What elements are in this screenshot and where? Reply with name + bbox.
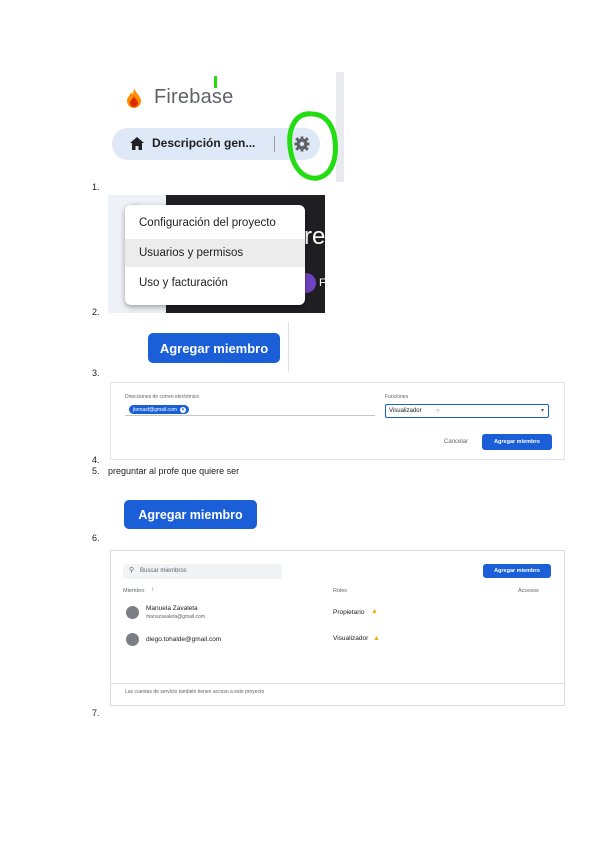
email-field-label: Direcciones de correo electrónico xyxy=(125,394,200,400)
avatar xyxy=(126,633,139,646)
add-member-button-screenshot: Agregar miembro xyxy=(110,322,289,372)
member-email: manuzavaleta@gmail.com xyxy=(146,614,205,620)
green-highlight-circle xyxy=(287,111,338,181)
avatar xyxy=(126,606,139,619)
add-member-button[interactable]: Agregar miembro xyxy=(148,333,280,363)
member-email: diego.tohalde@gmail.com xyxy=(146,636,222,643)
sort-arrow-icon[interactable]: ↑ xyxy=(151,587,154,593)
add-member-submit-button[interactable]: Agregar miembro xyxy=(482,434,552,450)
member-name: Manuela Zavaleta xyxy=(146,605,198,612)
firebase-header-screenshot: Firebase Descripción gen... xyxy=(108,72,344,182)
search-input[interactable]: ⚲ Buscar miembros xyxy=(123,564,282,579)
search-icon: ⚲ xyxy=(129,567,135,574)
add-member-button-screenshot-2: Agregar miembro xyxy=(124,500,257,529)
step-number: 1. xyxy=(92,182,100,192)
service-accounts-note[interactable]: Las cuentas de servicio también tienen a… xyxy=(125,689,264,695)
role-select[interactable]: Visualizador ○ ▾ xyxy=(385,404,549,418)
step-number: 6. xyxy=(92,533,100,543)
member-role: Visualizador xyxy=(333,635,369,642)
step-number: 4. xyxy=(92,455,100,465)
firebase-brand-text: Firebase xyxy=(154,86,234,108)
home-icon xyxy=(130,137,144,150)
divider xyxy=(274,136,275,152)
info-icon: ○ xyxy=(436,408,440,414)
firebase-role-icon: ▲ xyxy=(373,635,380,642)
member-role: Propietario xyxy=(333,609,365,616)
column-header-access: Accesos xyxy=(518,588,539,594)
members-list-screenshot: ⚲ Buscar miembros Agregar miembro Miembr… xyxy=(110,550,565,706)
add-member-button[interactable]: Agregar miembro xyxy=(124,500,257,529)
step-note: preguntar al profe que quiere ser xyxy=(108,466,240,476)
background-text-2: F xyxy=(319,277,326,289)
project-overview-label: Descripción gen... xyxy=(152,136,256,150)
email-chip: jtomasf@gmail.com × xyxy=(129,405,189,414)
cursor-mark xyxy=(214,76,217,88)
role-field-label: Funciones xyxy=(385,394,409,400)
add-member-dialog: Direcciones de correo electrónico jtomas… xyxy=(110,382,565,460)
search-placeholder: Buscar miembros xyxy=(140,568,187,574)
column-header-member[interactable]: Miembro xyxy=(123,588,144,594)
role-select-value: Visualizador xyxy=(389,408,422,414)
step-number: 2. xyxy=(92,307,100,317)
menu-item-users-permissions[interactable]: Usuarios y permisos xyxy=(125,239,305,267)
email-chip-text: jtomasf@gmail.com xyxy=(133,406,177,413)
settings-dropdown-menu: Configuración del proyecto Usuarios y pe… xyxy=(125,205,305,305)
step-number: 5. xyxy=(92,466,100,476)
remove-chip-icon[interactable]: × xyxy=(179,406,186,413)
chevron-down-icon: ▾ xyxy=(540,408,544,414)
step-number: 7. xyxy=(92,708,100,718)
settings-menu-screenshot: re F Configuración del proyecto Usuarios… xyxy=(108,195,326,313)
background-text: re xyxy=(304,223,326,250)
firebase-logo-row: Firebase xyxy=(126,86,233,109)
firebase-role-icon: ▲ xyxy=(371,608,378,615)
add-member-button[interactable]: Agregar miembro xyxy=(483,564,551,578)
cancel-button[interactable]: Cancelar xyxy=(444,439,468,445)
divider xyxy=(111,683,564,684)
menu-item-project-settings[interactable]: Configuración del proyecto xyxy=(125,209,305,237)
column-header-role: Roles xyxy=(333,588,348,594)
firebase-flame-icon xyxy=(127,87,141,108)
menu-item-usage-billing[interactable]: Uso y facturación xyxy=(125,269,305,297)
step-number: 3. xyxy=(92,368,100,378)
